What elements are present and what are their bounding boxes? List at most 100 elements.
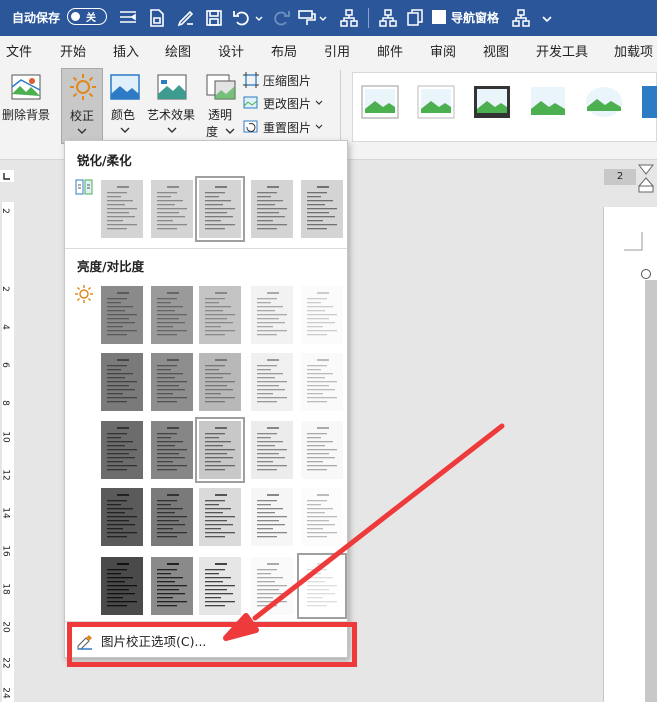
org-chart-icon[interactable] [510, 7, 532, 29]
save-icon[interactable] [203, 7, 225, 29]
chevron-down-icon [77, 128, 87, 134]
correction-preset-thumb[interactable] [301, 180, 343, 238]
picture-style-thumb[interactable] [585, 85, 623, 119]
artistic-effects-label: 艺术效果 [147, 108, 196, 122]
correction-preset-thumb[interactable] [195, 176, 245, 242]
brightness-contrast-title: 亮度/对比度 [77, 259, 145, 274]
artistic-effects-button[interactable]: 艺术效果 [145, 68, 199, 144]
tab-draw[interactable]: 绘图 [165, 41, 191, 60]
correction-preset-thumb[interactable] [251, 557, 293, 615]
tab-developer[interactable]: 开发工具 [536, 41, 588, 60]
change-picture-label: 更改图片 [263, 97, 312, 111]
correction-preset-thumb[interactable] [151, 421, 193, 479]
ribbon-separator [340, 70, 341, 150]
sharpen-soften-title: 锐化/柔化 [77, 153, 132, 168]
change-picture-button[interactable]: 更改图片 [243, 95, 325, 113]
correction-preset-thumb[interactable] [301, 353, 343, 411]
tab-review[interactable]: 审阅 [430, 41, 456, 60]
nav-pane-checkbox[interactable] [432, 10, 446, 24]
correction-preset-thumb[interactable] [101, 421, 143, 479]
correction-preset-thumb[interactable] [251, 353, 293, 411]
correction-preset-thumb[interactable] [151, 180, 193, 238]
correction-preset-thumb[interactable] [251, 180, 293, 238]
ruler-number: 18 [0, 583, 11, 595]
tab-references[interactable]: 引用 [324, 41, 350, 60]
picture-style-thumb[interactable] [529, 85, 567, 119]
chevron-down-icon [225, 128, 235, 134]
ruler-number: 24 [0, 687, 11, 699]
correction-preset-thumb[interactable] [101, 180, 143, 238]
correction-preset-thumb[interactable] [301, 286, 343, 344]
remove-background-icon [11, 74, 41, 100]
list-format-icon[interactable] [117, 7, 139, 29]
toggle-knob [71, 11, 80, 21]
correction-preset-thumb[interactable] [199, 286, 241, 344]
copy-icon[interactable] [404, 7, 426, 29]
indent-marker-icon[interactable] [638, 164, 654, 194]
redo-icon [274, 11, 290, 26]
correction-preset-thumb[interactable] [101, 488, 143, 546]
vertical-ruler: 2 2 4 6 8 10 12 14 16 18 20 22 24 [0, 160, 20, 702]
tab-stop-icon[interactable] [0, 170, 14, 182]
autosave-toggle[interactable]: 关 [67, 8, 107, 25]
correction-preset-thumb[interactable] [101, 286, 143, 344]
tab-file[interactable]: 文件 [6, 41, 32, 60]
transparency-label-2: 度 [206, 125, 219, 139]
correction-preset-thumb[interactable] [199, 557, 241, 615]
page-number-badge: 2 [604, 169, 636, 185]
transparency-button[interactable]: 透明 度 [203, 68, 239, 144]
picture-style-thumb[interactable] [641, 85, 657, 119]
autosave-label: 自动保存 [12, 11, 61, 25]
tab-addins[interactable]: 加载项 [614, 41, 653, 60]
color-button[interactable]: 颜色 [106, 68, 144, 144]
correction-preset-thumb[interactable] [297, 553, 347, 619]
format-painter-icon[interactable] [296, 7, 318, 29]
correction-preset-thumb[interactable] [251, 421, 293, 479]
document-page[interactable] [603, 207, 657, 702]
tab-insert[interactable]: 插入 [113, 41, 139, 60]
undo-dropdown-icon[interactable] [254, 7, 264, 29]
tab-home[interactable]: 开始 [60, 41, 86, 60]
tab-layout[interactable]: 布局 [271, 41, 297, 60]
picture-style-thumb[interactable] [417, 85, 455, 119]
ruler-number: 12 [0, 469, 11, 481]
reset-picture-label: 重置图片 [263, 121, 312, 135]
remove-background-button[interactable]: 删除背景 [0, 68, 58, 128]
corrections-dropdown: 锐化/柔化 亮度/对比度 图片校正选项(C)... [64, 140, 348, 658]
org-chart-icon[interactable] [338, 7, 360, 29]
correction-preset-thumb[interactable] [151, 557, 193, 615]
correction-preset-thumb[interactable] [251, 286, 293, 344]
ruler-number: 20 [0, 621, 11, 633]
tab-view[interactable]: 视图 [483, 41, 509, 60]
picture-style-thumb[interactable] [361, 85, 399, 119]
org-chart-icon[interactable] [377, 7, 399, 29]
file-save-icon[interactable] [146, 7, 168, 29]
correction-preset-thumb[interactable] [199, 353, 241, 411]
correction-preset-thumb[interactable] [195, 417, 245, 483]
picture-style-thumb[interactable] [473, 85, 511, 119]
format-dropdown-icon[interactable] [318, 7, 328, 29]
correction-preset-thumb[interactable] [199, 488, 241, 546]
correction-preset-thumb[interactable] [301, 421, 343, 479]
sharpen-icon [75, 179, 93, 195]
undo-icon[interactable] [231, 7, 253, 29]
reset-picture-button[interactable]: 重置图片 [243, 119, 325, 137]
correction-preset-thumb[interactable] [151, 286, 193, 344]
correction-preset-thumb[interactable] [101, 557, 143, 615]
correction-preset-thumb[interactable] [301, 488, 343, 546]
tab-mailings[interactable]: 邮件 [377, 41, 403, 60]
correction-preset-thumb[interactable] [151, 488, 193, 546]
color-label: 颜色 [111, 108, 136, 122]
tab-design[interactable]: 设计 [218, 41, 244, 60]
quick-access-toolbar: 自动保存 关 导航窗格 [0, 0, 657, 36]
remove-background-label: 删除背景 [2, 108, 51, 122]
correction-preset-thumb[interactable] [251, 488, 293, 546]
customize-dropdown-icon[interactable] [540, 7, 554, 29]
pen-icon[interactable] [175, 7, 197, 29]
ruler-number: 22 [0, 657, 11, 669]
nav-pane-label: 导航窗格 [451, 11, 500, 25]
image-handle-icon[interactable] [640, 268, 652, 280]
corrections-button[interactable]: 校正 [61, 68, 103, 144]
correction-preset-thumb[interactable] [151, 353, 193, 411]
correction-preset-thumb[interactable] [101, 353, 143, 411]
